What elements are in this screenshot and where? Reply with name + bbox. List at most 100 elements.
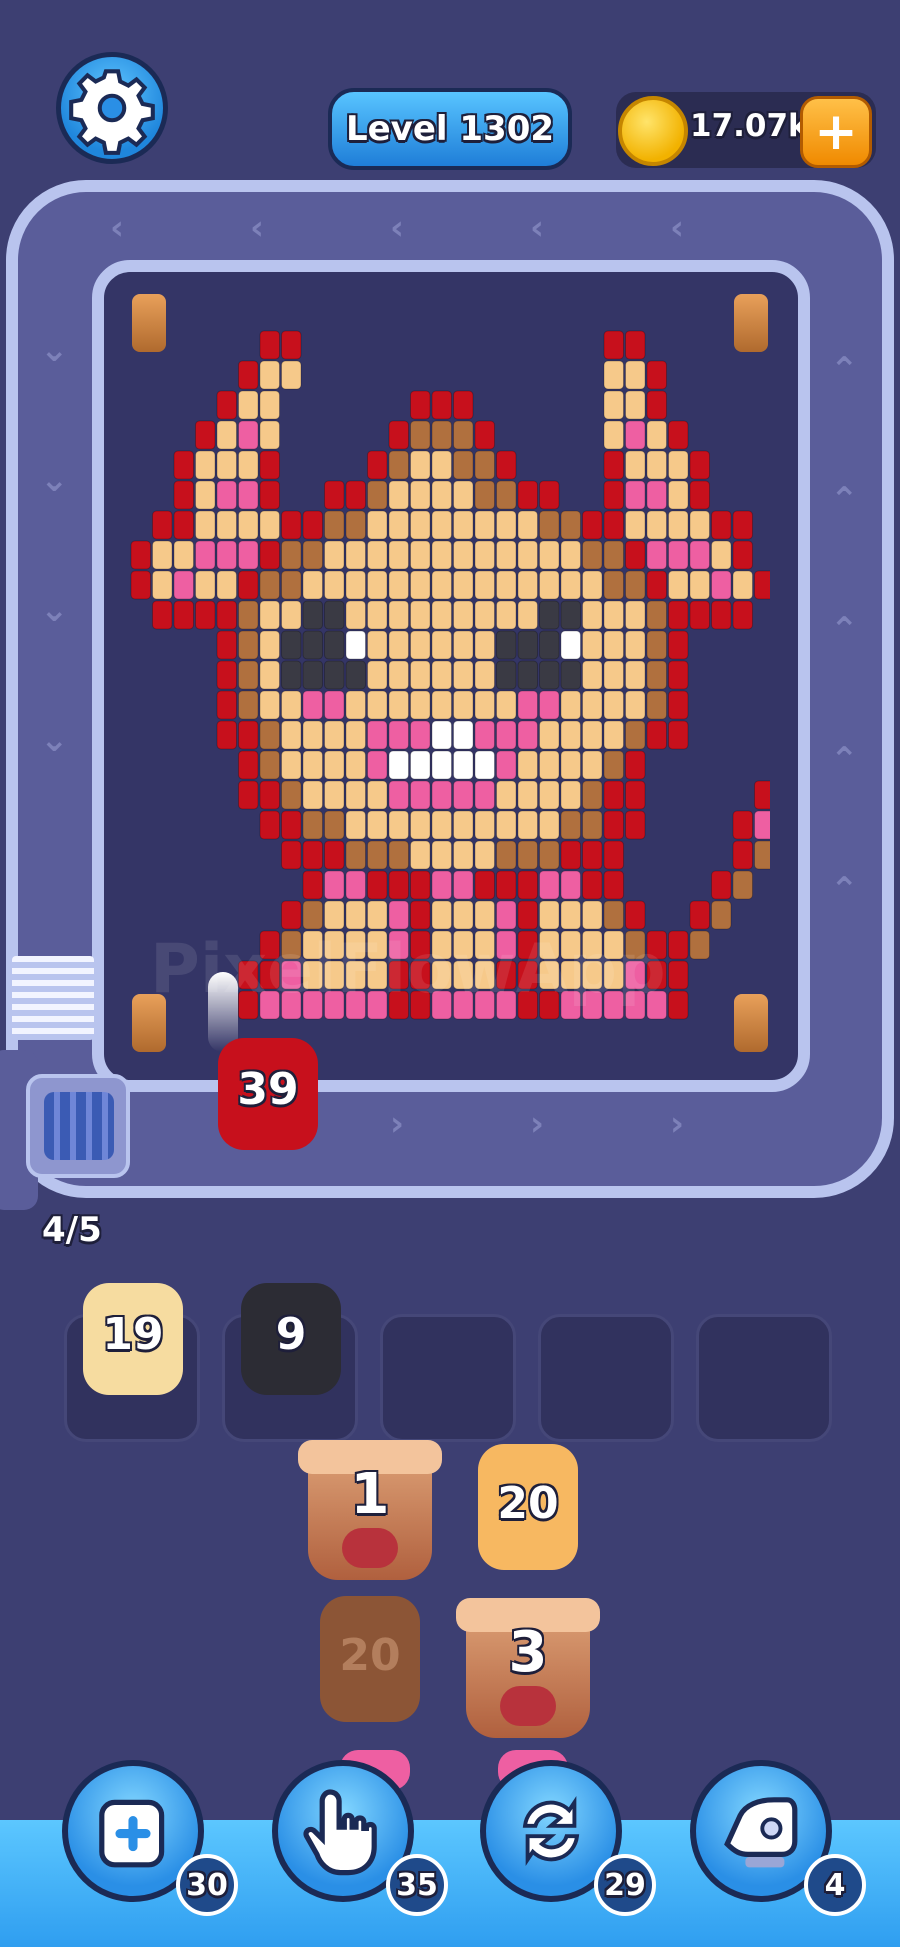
conveyor-arrow-icon: ⌃ [830,870,859,910]
pixel-peg [367,750,388,780]
slot-shooter[interactable]: 9 [241,1283,341,1395]
pixel-peg [345,510,366,540]
pixel-peg [388,540,409,570]
pixel-peg [367,630,388,660]
waiting-slot-3[interactable] [380,1314,516,1442]
pixel-peg [668,480,689,510]
pixel-peg [474,750,495,780]
pixel-peg [496,450,517,480]
pixel-peg [754,570,770,600]
pixel-peg [625,510,646,540]
pixel-peg [453,510,474,540]
pixel-peg [711,600,732,630]
add-coins-button[interactable]: + [800,96,872,168]
pixel-peg [410,780,431,810]
pixel-peg [474,690,495,720]
pixel-peg [474,660,495,690]
pixel-peg [668,660,689,690]
pixel-peg [152,600,173,630]
pixel-peg [324,780,345,810]
pixel-peg [603,750,624,780]
pixel-peg [238,720,259,750]
pixel-peg [345,540,366,570]
pixel-peg [646,420,667,450]
bull-blocker[interactable]: 1 [298,1440,442,1580]
pixel-peg [345,690,366,720]
pixel-peg [625,480,646,510]
pixel-peg [281,810,302,840]
pixel-peg [711,540,732,570]
pixel-peg [754,840,770,870]
booster-count: 35 [386,1854,448,1916]
pixel-peg [259,330,280,360]
pixel-peg [216,690,237,720]
pixel-peg [603,450,624,480]
pixel-peg [539,840,560,870]
pixel-peg [625,750,646,780]
pixel-peg [410,450,431,480]
pixel-peg [238,780,259,810]
pixel-peg [560,690,581,720]
pixel-peg [238,390,259,420]
conveyor-capacity: 4/5 [42,1210,102,1250]
bull-blocker[interactable]: 3 [456,1598,600,1738]
pixel-peg [173,540,194,570]
conveyor-arrow-icon: › [390,1104,405,1144]
pixel-peg [388,570,409,600]
pixel-peg [281,840,302,870]
pixel-peg [195,420,216,450]
pixel-peg [238,480,259,510]
pixel-peg [302,750,323,780]
pixel-peg [410,870,431,900]
waiting-slot-1[interactable]: 19 [64,1283,200,1442]
pixel-peg [732,870,753,900]
pixel-peg [496,630,517,660]
conveyor-arrow-icon: ⌃ [830,350,859,390]
pixel-peg [431,510,452,540]
pixel-peg [625,630,646,660]
pixel-peg [152,540,173,570]
waiting-slot-5[interactable] [696,1314,832,1442]
pixel-peg [367,720,388,750]
pixel-peg [625,570,646,600]
pixel-peg [324,750,345,780]
pixel-peg [259,540,280,570]
pixel-peg [388,690,409,720]
pixel-peg [539,870,560,900]
conveyor-arrow-icon: › [530,1104,545,1144]
level-indicator: Level 1302 [328,88,572,170]
pixel-peg [367,690,388,720]
pixel-peg [281,780,302,810]
pixel-peg [238,690,259,720]
pixel-peg [195,480,216,510]
pixel-peg [603,690,624,720]
pixel-peg [560,630,581,660]
pixel-peg [517,780,538,810]
pixel-peg [711,900,732,930]
pixel-peg [496,510,517,540]
pixel-peg [625,420,646,450]
pixel-peg [517,840,538,870]
pixel-peg [324,810,345,840]
pixel-peg [646,510,667,540]
pixel-peg [603,570,624,600]
pixel-peg [367,840,388,870]
waiting-slot-4[interactable] [538,1314,674,1442]
pixel-peg [410,570,431,600]
pixel-peg [410,840,431,870]
pixel-peg [345,840,366,870]
conveyor-arrow-icon: ‹ [250,208,265,248]
pixel-peg [259,600,280,630]
pixel-peg [388,420,409,450]
settings-button[interactable] [56,52,168,164]
pixel-peg [539,540,560,570]
conveyor-arrow-icon: ⌃ [830,740,859,780]
pixel-peg [410,720,431,750]
pixel-peg [474,810,495,840]
pixel-peg [431,720,452,750]
pixel-peg [281,600,302,630]
slot-shooter[interactable]: 19 [83,1283,183,1395]
waiting-slot-2[interactable]: 9 [222,1283,358,1442]
pixel-peg [281,660,302,690]
stack-shooter[interactable]: 20 [478,1444,578,1570]
